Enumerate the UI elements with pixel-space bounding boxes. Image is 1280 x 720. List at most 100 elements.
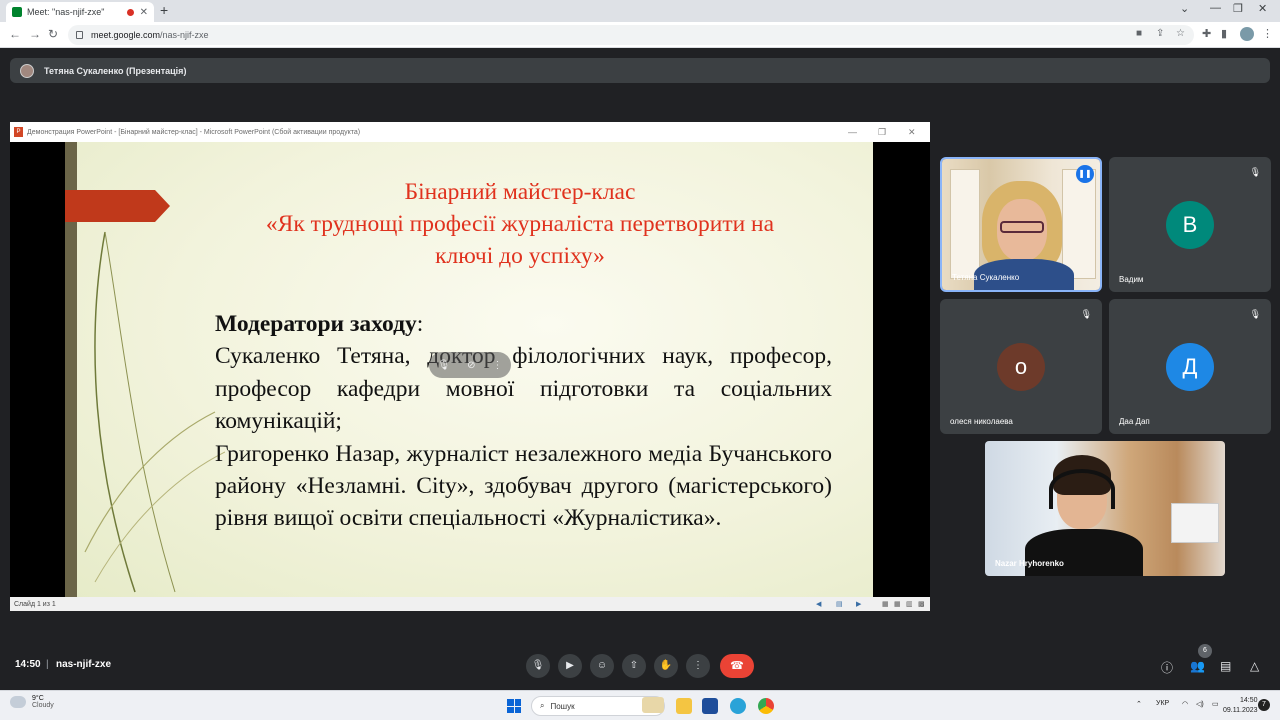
ppt-title-bar: P Демонстрация PowerPoint - [Бінарний ма… (10, 122, 930, 142)
reload-icon[interactable]: ↻ (48, 27, 58, 41)
participant-name: Nazar Hryhorenko (995, 559, 1064, 568)
address-bar-row: ← → ↻ meet.google.com/nas-njif-zxe ■ ⇪ ☆… (0, 22, 1280, 48)
participant-name: Даа Дап (1119, 417, 1150, 426)
activities-icon[interactable]: △ (1250, 659, 1259, 673)
minimize-button[interactable]: — (1210, 2, 1221, 14)
powerpoint-icon: P (14, 127, 23, 137)
background-cabinet (1171, 503, 1219, 543)
present-button[interactable]: ⇧ (622, 654, 646, 678)
slide-arrow-decoration (65, 190, 170, 222)
slide-leaf-decoration (84, 231, 225, 593)
muted-mic-icon: 🎙 (1249, 309, 1261, 319)
participant-avatar: Д (1166, 342, 1214, 391)
search-label: Пошук (550, 701, 575, 711)
prev-slide-icon: ◀ (816, 601, 822, 608)
url-field[interactable]: meet.google.com/nas-njif-zxe (68, 25, 1194, 45)
shared-powerpoint-window: P Демонстрация PowerPoint - [Бінарний ма… (10, 122, 930, 611)
browser-tab-bar: Meet: "nas-njif-zxe" ✕ + ⌄ — ❐ ✕ (0, 0, 1280, 22)
clock-time: 14:50 (1239, 697, 1258, 704)
participant-name: Тетяна Сукаленко (952, 273, 1020, 282)
slide-title: Бінарний майстер-клас «Як труднощі профе… (185, 176, 855, 272)
moderator-1-text: Сукаленко Тетяна, доктор філологічних на… (215, 343, 832, 435)
weather-widget[interactable]: 9°C Cloudy (10, 695, 54, 709)
chat-icon[interactable]: ▤ (1220, 659, 1231, 673)
participant-tile-vadym[interactable]: 🎙 В Вадим (1109, 157, 1271, 292)
file-explorer-icon[interactable] (676, 698, 692, 714)
start-windows-icon[interactable] (507, 699, 521, 713)
windows-taskbar: 9°C Cloudy ⌕ Пошук ⌃ УКР ◠ ◁) ▭ 14:50 09… (0, 690, 1280, 720)
slide-title-line-1: Бінарний майстер-клас (404, 179, 636, 205)
battery-icon[interactable]: ▭ (1212, 700, 1219, 708)
share-icon[interactable]: ⇪ (1156, 28, 1164, 39)
url-host: meet.google.com (91, 30, 161, 40)
mic-toggle-button[interactable]: 🎙 (526, 654, 550, 678)
muted-mic-icon: 🎙 (1249, 167, 1261, 177)
extensions-puzzle-icon[interactable]: ✚ (1202, 27, 1211, 40)
chrome-menu-icon[interactable]: ⋮ (1262, 27, 1273, 40)
muted-mic-icon[interactable]: 🎙 (437, 360, 450, 371)
ppt-window-title: Демонстрация PowerPoint - [Бінарний майс… (27, 128, 361, 136)
moderators-heading-line: Модератори заходу: (215, 308, 832, 340)
search-icon: ⌕ (540, 701, 545, 710)
muted-mic-icon: 🎙 (1080, 309, 1092, 319)
slide-body: Модератори заходу: Сукаленко Тетяна, док… (215, 308, 832, 535)
slide-menu-icon: ▤ (836, 601, 843, 608)
ppt-minimize-icon: — (848, 127, 857, 137)
browser-tab-meet[interactable]: Meet: "nas-njif-zxe" ✕ (6, 2, 154, 22)
tray-chevron-icon[interactable]: ⌃ (1136, 700, 1142, 708)
new-tab-button[interactable]: + (160, 2, 168, 18)
camera-toggle-button[interactable]: ▶ (558, 654, 582, 678)
tab-close-icon[interactable]: ✕ (140, 7, 148, 18)
meeting-info-icon[interactable]: ⓘ (1161, 659, 1173, 676)
leave-call-button[interactable]: ☎ (720, 654, 754, 678)
chrome-taskbar-icon[interactable] (758, 698, 774, 714)
side-panel-icon[interactable]: ▮ (1221, 27, 1227, 40)
slide-title-line-2: «Як труднощі професії журналіста перетво… (265, 211, 775, 237)
reactions-button[interactable]: ☺ (590, 654, 614, 678)
cloud-icon (10, 696, 26, 708)
telegram-icon[interactable] (730, 698, 746, 714)
recording-indicator-icon (127, 8, 134, 16)
tab-search-chevron-icon[interactable]: ⌄ (1180, 2, 1189, 15)
back-arrow-icon[interactable]: ← (9, 27, 21, 41)
ppt-close-icon: ✕ (908, 127, 916, 137)
volume-icon[interactable]: ◁) (1196, 700, 1204, 708)
presenter-floating-controls[interactable]: 🎙 ⊘ ⋮ (429, 352, 511, 378)
more-options-icon[interactable]: ⋮ (493, 360, 503, 371)
participant-video (985, 441, 1225, 576)
url-path: /nas-njif-zxe (160, 30, 209, 40)
slide-title-line-3: ключі до успіху» (435, 243, 605, 269)
participant-tile-nazar[interactable]: Nazar Hryhorenko (985, 441, 1225, 576)
wifi-icon[interactable]: ◠ (1182, 700, 1188, 708)
camera-permission-icon[interactable]: ■ (1136, 28, 1142, 39)
hide-video-icon[interactable]: ⊘ (467, 360, 475, 371)
notification-badge[interactable]: 7 (1258, 699, 1270, 711)
input-language[interactable]: УКР (1156, 700, 1169, 707)
view-sorter-icon: ▦ (894, 601, 901, 608)
view-reading-icon: ▥ (906, 601, 913, 608)
participant-tile-tetiana[interactable]: ❚❚ Тетяна Сукаленко (940, 157, 1102, 292)
forward-arrow-icon[interactable]: → (29, 27, 41, 41)
participant-tile-daa[interactable]: 🎙 Д Даа Дап (1109, 299, 1271, 434)
mail-app-icon[interactable] (702, 698, 718, 714)
taskbar-clock[interactable]: 14:50 09.11.2023 (1223, 696, 1258, 716)
bookmark-star-icon[interactable]: ☆ (1176, 28, 1185, 39)
slide-canvas: Бінарний майстер-клас «Як труднощі профе… (65, 142, 873, 597)
presentation-header: Тетяна Сукаленко (Презентація) (10, 58, 1270, 83)
people-icon[interactable]: 👥 (1190, 659, 1205, 673)
participant-glasses (1000, 221, 1044, 233)
moderators-heading: Модератори заходу (215, 311, 417, 337)
widget-image-icon[interactable] (642, 697, 664, 713)
bookshelf-right (1062, 169, 1096, 279)
participant-tile-olesia[interactable]: 🎙 о олеся николаева (940, 299, 1102, 434)
profile-avatar[interactable] (1240, 27, 1254, 41)
participant-body (1025, 529, 1143, 576)
maximize-button[interactable]: ❐ (1233, 2, 1243, 15)
raise-hand-button[interactable]: ✋ (654, 654, 678, 678)
weather-description: Cloudy (32, 702, 54, 709)
meet-favicon-icon (12, 7, 22, 17)
close-window-button[interactable]: ✕ (1258, 2, 1267, 15)
slide-counter: Слайд 1 из 1 (14, 600, 56, 608)
speaking-indicator-icon: ❚❚ (1076, 165, 1094, 183)
more-options-button[interactable]: ⋮ (686, 654, 710, 678)
